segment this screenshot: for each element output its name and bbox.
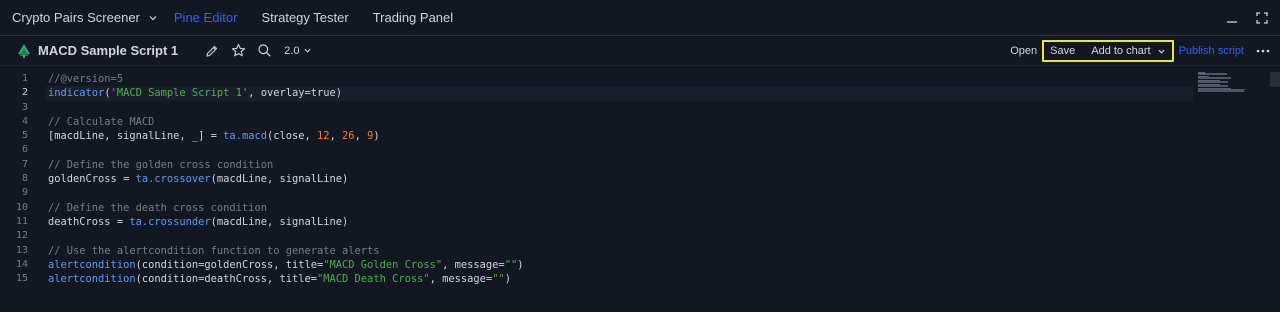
pencil-icon[interactable] [204,43,220,59]
tab-strategy-tester[interactable]: Strategy Tester [249,0,360,36]
open-button[interactable]: Open [1010,45,1037,57]
line-number: 3 [21,101,28,113]
line-number: 5 [21,130,28,142]
panel-tab-bar: Crypto Pairs Screener Pine Editor Strate… [0,0,1280,36]
chevron-down-icon[interactable] [148,13,158,23]
line-number: 13 [15,244,28,256]
minimap-line [1198,81,1228,83]
code-line[interactable]: // Define the golden cross condition [48,158,1193,172]
editor-toolbar: MACD Sample Script 1 2.0 Open Save Add t… [0,36,1280,66]
add-to-chart-label: Add to chart [1091,45,1151,57]
code-line[interactable]: goldenCross = ta.crossover(macdLine, sig… [48,172,1193,186]
code-area[interactable]: //@version=5 indicator('MACD Sample Scrip… [46,72,1193,286]
minimap[interactable] [1196,67,1280,312]
code-line[interactable]: // Use the alertcondition function to ge… [48,244,1193,258]
pine-logo-icon [18,43,30,58]
tab-label: Crypto Pairs Screener [12,10,140,25]
publish-script-button[interactable]: Publish script [1179,45,1244,57]
line-number: 10 [15,201,28,213]
tab-label: Pine Editor [173,10,238,25]
chevron-down-icon[interactable] [1157,47,1166,56]
tab-trading-panel[interactable]: Trading Panel [361,0,465,36]
minimap-line [1198,73,1228,75]
maximize-icon[interactable] [1254,10,1270,26]
save-button[interactable]: Save [1050,45,1075,57]
tab-pine-editor[interactable]: Pine Editor [162,0,250,36]
line-number: 4 [21,115,28,127]
code-line[interactable] [48,143,1193,157]
minimap-line [1198,77,1231,79]
tab-crypto-pairs-screener[interactable]: Crypto Pairs Screener [0,0,162,36]
toolbar-actions: Open Save Add to chart Publish script [1010,36,1270,66]
add-to-chart-button[interactable]: Add to chart [1091,45,1165,57]
minimap-line [1198,90,1244,92]
line-number: 7 [21,158,28,170]
window-controls [1224,0,1270,36]
code-line[interactable]: deathCross = ta.crossunder(macdLine, sig… [48,215,1193,229]
code-line[interactable]: alertcondition(condition=deathCross, tit… [48,272,1193,286]
line-number: 2 [21,87,28,99]
code-line[interactable] [48,101,1193,115]
star-icon[interactable] [230,43,246,59]
script-title[interactable]: MACD Sample Script 1 [38,43,178,58]
code-line[interactable]: // Calculate MACD [48,115,1193,129]
version-label: 2.0 [284,44,300,57]
save-add-group: Save Add to chart [1042,40,1174,62]
search-icon[interactable] [256,43,272,59]
minimize-icon[interactable] [1224,10,1240,26]
line-number-gutter: 1 2 3 4 5 6 7 8 9 10 11 12 13 14 15 [0,72,32,286]
code-line[interactable] [48,186,1193,200]
chevron-down-icon [304,48,312,53]
code-line[interactable]: indicator('MACD Sample Script 1', overla… [46,86,1193,101]
version-dropdown[interactable]: 2.0 [284,45,312,57]
line-number: 15 [15,273,28,285]
code-line[interactable]: [macdLine, signalLine, _] = ta.macd(clos… [48,129,1193,143]
tab-label: Strategy Tester [261,10,349,25]
line-number: 9 [21,187,28,199]
minimap-line [1198,85,1228,87]
tab-label: Trading Panel [372,10,454,25]
line-number: 8 [21,173,28,185]
code-line[interactable]: alertcondition(condition=goldenCross, ti… [48,258,1193,272]
more-dots-icon[interactable] [1256,44,1270,58]
line-number: 1 [21,73,28,84]
line-number: 12 [15,230,28,242]
minimap-scrollbar[interactable] [1270,72,1280,87]
code-editor[interactable]: 1 2 3 4 5 6 7 8 9 10 11 12 13 14 15 //@version=5 indica… [0,67,1280,312]
code-line[interactable]: // Define the death cross condition [48,201,1193,215]
code-line[interactable] [48,229,1193,243]
line-number: 14 [15,258,28,270]
line-number: 6 [21,144,28,156]
line-number: 11 [15,215,28,227]
code-line[interactable]: //@version=5 [48,72,1193,86]
